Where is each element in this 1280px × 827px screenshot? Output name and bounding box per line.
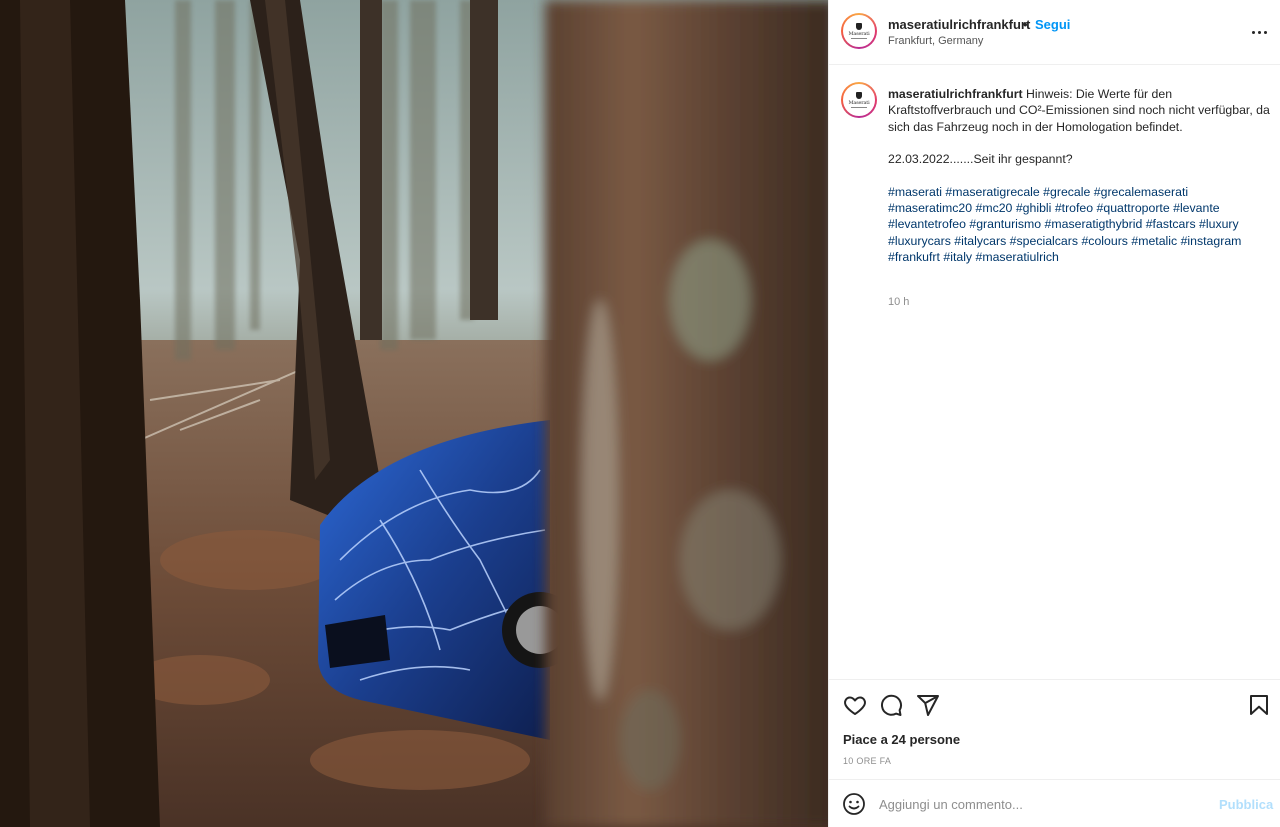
- action-bar: Piace a 24 persone 10 ORE FA: [829, 679, 1280, 779]
- caption-date-line: 22.03.2022.......Seit ihr gespannt?: [888, 152, 1073, 167]
- hashtag-link[interactable]: #colours: [1081, 234, 1127, 248]
- hashtag-link[interactable]: #luxury: [1199, 217, 1239, 231]
- separator-dot: •: [1023, 17, 1028, 32]
- hashtag-link[interactable]: #levantetrofeo: [888, 217, 966, 231]
- hashtag-link[interactable]: #levante: [1173, 201, 1220, 215]
- author-avatar[interactable]: Maserati: [841, 13, 877, 49]
- hashtag-link[interactable]: #granturismo: [969, 217, 1041, 231]
- trident-icon: [856, 23, 862, 30]
- hashtag-link[interactable]: #metalic: [1131, 234, 1177, 248]
- follow-button[interactable]: Segui: [1035, 17, 1070, 32]
- post-location[interactable]: Frankfurt, Germany: [888, 35, 983, 47]
- heart-icon[interactable]: [843, 693, 867, 717]
- hashtag-link[interactable]: #italy: [943, 250, 972, 264]
- post-side-panel: Maserati maseratiulrichfrankfurt • Segui…: [828, 0, 1280, 827]
- hashtag-link[interactable]: #luxurycars: [888, 234, 951, 248]
- forest-photo-illustration: [0, 0, 828, 827]
- caption-avatar[interactable]: Maserati: [841, 82, 877, 118]
- trident-icon: [856, 92, 862, 99]
- hashtag-link[interactable]: #quattroporte: [1097, 201, 1170, 215]
- caption-time-ago[interactable]: 10 h: [888, 296, 909, 308]
- more-options-icon[interactable]: [1247, 21, 1271, 43]
- author-username[interactable]: maseratiulrichfrankfurt: [888, 17, 1030, 32]
- hashtag-link[interactable]: #grecale: [1043, 185, 1090, 199]
- hashtag-link[interactable]: #specialcars: [1010, 234, 1078, 248]
- share-icon[interactable]: [916, 693, 940, 717]
- hashtag-link[interactable]: #fastcars: [1146, 217, 1196, 231]
- emoji-icon[interactable]: [842, 792, 866, 816]
- caption-username[interactable]: maseratiulrichfrankfurt: [888, 87, 1023, 101]
- hashtag-link[interactable]: #maserati: [888, 185, 942, 199]
- comment-box: Pubblica: [829, 779, 1280, 827]
- post-date[interactable]: 10 ORE FA: [843, 756, 891, 766]
- caption-section: Maserati maseratiulrichfrankfurt Hinweis…: [829, 66, 1280, 678]
- hashtag-link[interactable]: #maseratiulrich: [976, 250, 1059, 264]
- instagram-post: Maserati maseratiulrichfrankfurt • Segui…: [0, 0, 1280, 827]
- hashtag-link[interactable]: #frankufrt: [888, 250, 940, 264]
- hashtag-link[interactable]: #maseratigthybrid: [1045, 217, 1143, 231]
- hashtag-link[interactable]: #trofeo: [1055, 201, 1093, 215]
- hashtag-link[interactable]: #maseratimc20: [888, 201, 972, 215]
- hashtag-link[interactable]: #ghibli: [1016, 201, 1052, 215]
- caption-text: maseratiulrichfrankfurt Hinweis: Die Wer…: [888, 86, 1274, 266]
- hashtag-list: #maserati #maseratigrecale #grecale #gre…: [888, 184, 1274, 266]
- hashtag-link[interactable]: #mc20: [975, 201, 1012, 215]
- post-photo[interactable]: [0, 0, 828, 827]
- bookmark-icon[interactable]: [1247, 693, 1271, 717]
- hashtag-link[interactable]: #instagram: [1181, 234, 1242, 248]
- comment-icon[interactable]: [879, 693, 903, 717]
- hashtag-link[interactable]: #grecalemaserati: [1094, 185, 1188, 199]
- comment-input[interactable]: [879, 793, 1199, 815]
- likes-count[interactable]: Piace a 24 persone: [843, 732, 960, 747]
- post-header: Maserati maseratiulrichfrankfurt • Segui…: [829, 0, 1280, 65]
- publish-button[interactable]: Pubblica: [1219, 797, 1273, 812]
- hashtag-link[interactable]: #italycars: [954, 234, 1006, 248]
- hashtag-link[interactable]: #maseratigrecale: [945, 185, 1039, 199]
